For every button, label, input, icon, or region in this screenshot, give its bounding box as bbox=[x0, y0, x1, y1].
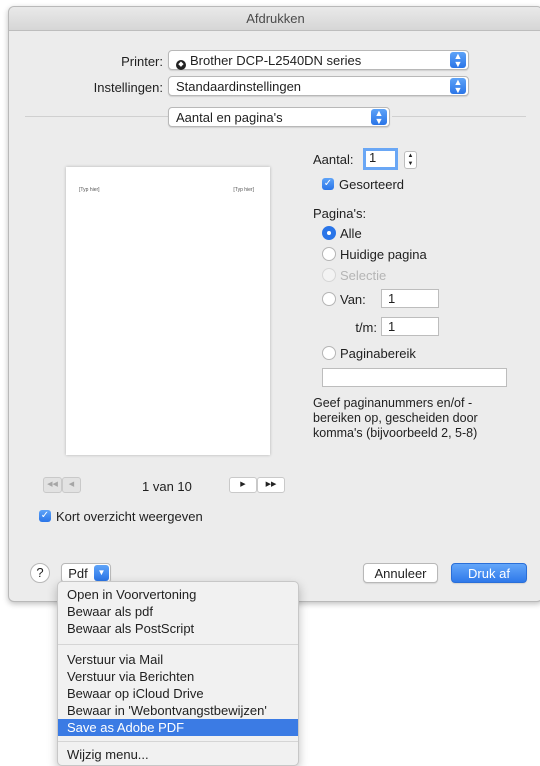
pages-range-input[interactable] bbox=[322, 368, 507, 387]
preview-header-left: [Typ hier] bbox=[79, 187, 100, 193]
menu-item-save-postscript[interactable]: Bewaar als PostScript bbox=[58, 620, 298, 637]
printer-value: Brother DCP-L2540DN series bbox=[190, 53, 362, 68]
print-button[interactable]: Druk af bbox=[451, 563, 527, 583]
chevron-down-icon: ▼ bbox=[94, 565, 109, 581]
menu-item-save-icloud[interactable]: Bewaar op iCloud Drive bbox=[58, 685, 298, 702]
page-preview: [Typ hier] [Typ hier] bbox=[66, 167, 270, 455]
menu-item-save-receipts[interactable]: Bewaar in 'Webontvangstbewijzen' bbox=[58, 702, 298, 719]
pages-from-label: Van: bbox=[340, 292, 366, 307]
menu-separator bbox=[58, 644, 298, 645]
chevron-up-icon: ▲ bbox=[407, 153, 414, 159]
chevron-updown-icon: ▲ ▼ bbox=[371, 109, 387, 126]
chevron-updown-icon: ▲ ▼ bbox=[450, 78, 466, 95]
pdf-dropdown-menu: Open in Voorvertoning Bewaar als pdf Bew… bbox=[57, 581, 299, 766]
settings-value: Standaardinstellingen bbox=[176, 79, 302, 94]
help-button[interactable]: ? bbox=[30, 563, 50, 583]
copies-stepper[interactable]: ▲ ▼ bbox=[404, 151, 417, 169]
show-details-label: Kort overzicht weergeven bbox=[56, 509, 203, 524]
divider-left bbox=[25, 116, 172, 117]
first-page-button[interactable]: ◀◀ bbox=[43, 477, 62, 493]
pages-range-label: Paginabereik bbox=[340, 346, 416, 361]
cancel-button[interactable]: Annuleer bbox=[363, 563, 438, 583]
printer-status-icon: ◆ bbox=[176, 60, 186, 70]
pages-all-label: Alle bbox=[340, 226, 362, 241]
menu-item-send-mail[interactable]: Verstuur via Mail bbox=[58, 651, 298, 668]
section-value: Aantal en pagina's bbox=[176, 110, 283, 125]
settings-label: Instellingen: bbox=[93, 80, 163, 95]
pages-all-radio[interactable] bbox=[322, 226, 336, 240]
menu-separator bbox=[58, 741, 298, 742]
window-title: Afdrukken bbox=[9, 7, 540, 31]
last-page-button[interactable]: ▶▶ bbox=[257, 477, 285, 493]
pages-from-radio[interactable] bbox=[322, 292, 336, 306]
pages-range-radio[interactable] bbox=[322, 346, 336, 360]
next-page-button[interactable]: ▶ bbox=[229, 477, 257, 493]
pdf-label: Pdf bbox=[68, 566, 88, 581]
copies-input[interactable]: 1 bbox=[363, 148, 398, 170]
pdf-menu-button[interactable]: Pdf ▼ bbox=[61, 563, 111, 583]
page-info: 1 van 10 bbox=[142, 479, 192, 494]
pages-help-text: Geef paginanummers en/of -bereiken op, g… bbox=[313, 396, 478, 440]
menu-item-open-preview[interactable]: Open in Voorvertoning bbox=[58, 586, 298, 603]
chevron-updown-icon: ▲ ▼ bbox=[450, 52, 466, 69]
menu-item-save-pdf[interactable]: Bewaar als pdf bbox=[58, 603, 298, 620]
divider-right bbox=[392, 116, 526, 117]
collated-checkbox[interactable]: ✓ bbox=[322, 178, 334, 190]
printer-popup[interactable]: ◆ Brother DCP-L2540DN series ▲ ▼ bbox=[168, 50, 469, 70]
copies-label: Aantal: bbox=[313, 152, 354, 167]
menu-item-edit-menu[interactable]: Wijzig menu... bbox=[58, 746, 298, 763]
chevron-down-icon: ▼ bbox=[407, 161, 414, 167]
menu-item-save-adobe-pdf[interactable]: Save as Adobe PDF bbox=[58, 719, 298, 736]
pages-current-radio[interactable] bbox=[322, 247, 336, 261]
section-popup[interactable]: Aantal en pagina's ▲ ▼ bbox=[168, 107, 390, 127]
menu-item-send-messages[interactable]: Verstuur via Berichten bbox=[58, 668, 298, 685]
pages-to-label: t/m: bbox=[355, 320, 377, 335]
show-details-checkbox[interactable]: ✓ bbox=[39, 510, 51, 522]
pages-from-input[interactable]: 1 bbox=[381, 289, 439, 308]
pages-label: Pagina's: bbox=[313, 206, 367, 221]
printer-label: Printer: bbox=[121, 54, 163, 69]
print-dialog: Afdrukken Printer: ◆ Brother DCP-L2540DN … bbox=[8, 6, 540, 602]
pages-selection-radio[interactable] bbox=[322, 268, 336, 282]
settings-popup[interactable]: Standaardinstellingen ▲ ▼ bbox=[168, 76, 469, 96]
collated-label: Gesorteerd bbox=[339, 177, 405, 192]
preview-header-right: [Typ hier] bbox=[233, 187, 254, 193]
pages-current-label: Huidige pagina bbox=[340, 247, 427, 262]
prev-page-button[interactable]: ◀ bbox=[62, 477, 81, 493]
pages-selection-label: Selectie bbox=[340, 268, 387, 283]
pages-to-input[interactable]: 1 bbox=[381, 317, 439, 336]
